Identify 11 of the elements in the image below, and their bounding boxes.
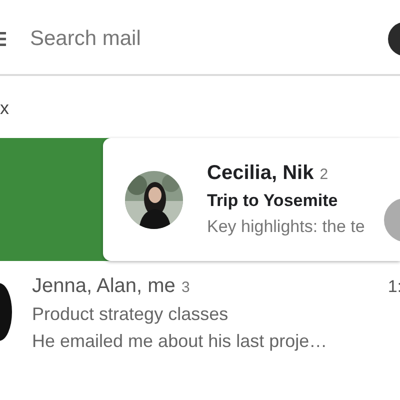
email-subject: Product strategy classes <box>32 304 230 325</box>
email-snippet: Key highlights: the te <box>207 217 365 237</box>
search-field[interactable]: Search mail <box>30 27 388 51</box>
message-count: 2 <box>320 166 328 183</box>
email-subject: Trip to Yosemite <box>207 191 339 211</box>
email-thread[interactable]: Cecilia, Nik 2 Trip to Yosemite Key highlights: the te <box>103 138 400 261</box>
email-snippet: He emailed me about his last proje… <box>32 331 328 352</box>
sender-names: Jenna, Alan, me <box>32 275 176 298</box>
folder-label: x <box>0 98 10 120</box>
sender-names: Cecilia, Nik <box>207 162 314 185</box>
message-count: 3 <box>181 279 190 296</box>
